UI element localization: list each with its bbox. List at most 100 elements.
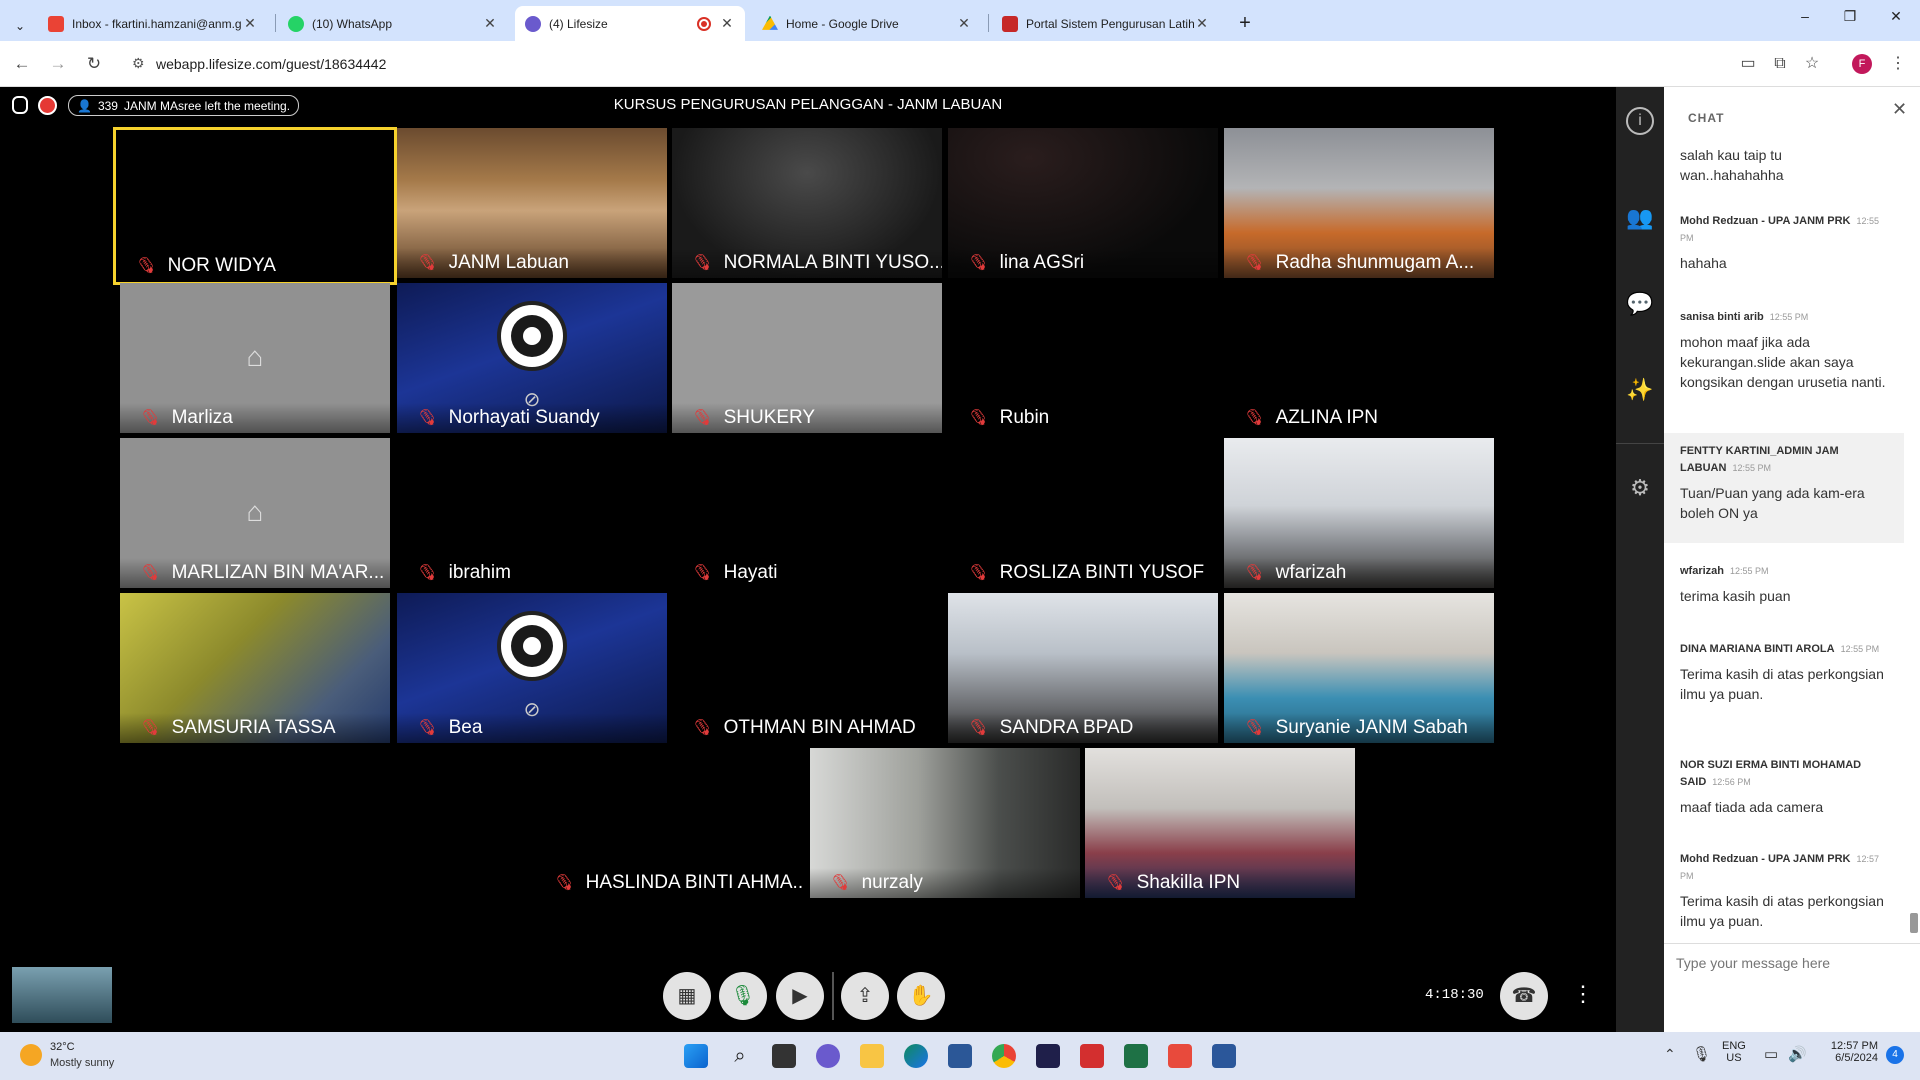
participant-tile[interactable]: 🎙 NOR WIDYA: [113, 127, 397, 285]
microphone-tray-icon[interactable]: 🎙: [1692, 1045, 1711, 1063]
participant-tile[interactable]: 🎙 SAMSURIA TASSA: [120, 593, 390, 743]
volume-icon[interactable]: 🔊: [1788, 1045, 1807, 1063]
close-icon[interactable]: ✕: [482, 15, 498, 32]
record-indicator-icon: [38, 96, 57, 115]
start-icon[interactable]: [684, 1044, 708, 1068]
chat-message: Mohd Redzuan - UPA JANM PRK 12:55 PM haha…: [1664, 213, 1904, 273]
participant-tile[interactable]: 🎙 SANDRA BPAD: [948, 593, 1218, 743]
search-icon[interactable]: ⌕: [728, 1044, 752, 1068]
camera-button[interactable]: ▶: [776, 972, 824, 1020]
participant-tile[interactable]: ⊘ 🎙 Norhayati Suandy: [397, 283, 667, 433]
minimize-button[interactable]: –: [1785, 8, 1825, 32]
participant-tile[interactable]: 🎙 Rubin: [948, 283, 1218, 433]
bookmark-star-icon[interactable]: ☆: [1800, 52, 1824, 76]
address-bar[interactable]: ⚙ webapp.lifesize.com/guest/18634442: [122, 47, 1742, 81]
participant-tile[interactable]: 🎙 ROSLIZA BINTI YUSOF: [948, 438, 1218, 588]
participant-tile[interactable]: 🎙 Suryanie JANM Sabah: [1224, 593, 1494, 743]
notification-badge[interactable]: 4: [1886, 1046, 1904, 1064]
info-icon[interactable]: i: [1626, 107, 1654, 135]
participant-name: Bea: [448, 717, 483, 738]
new-tab-button[interactable]: +: [1230, 6, 1260, 41]
chrome-icon[interactable]: [992, 1044, 1016, 1068]
hang-up-button[interactable]: ☎: [1500, 972, 1548, 1020]
lock-icon[interactable]: [12, 96, 28, 114]
forward-button[interactable]: →: [46, 52, 70, 76]
self-view[interactable]: [12, 967, 112, 1023]
language-indicator[interactable]: ENG US: [1722, 1040, 1746, 1064]
layout-grid-button[interactable]: ▦: [663, 972, 711, 1020]
participant-tile[interactable]: 🎙 ibrahim: [397, 438, 667, 588]
message-text: maaf tiada ada camera: [1680, 799, 1824, 815]
tab-portal[interactable]: Portal Sistem Pengurusan Latih ✕: [992, 6, 1220, 41]
store-icon[interactable]: [948, 1044, 972, 1068]
participant-count: 339: [97, 98, 118, 113]
settings-icon[interactable]: ⚙: [1616, 475, 1664, 501]
acrobat-icon[interactable]: [1080, 1044, 1104, 1068]
participant-tile[interactable]: 🎙 SHUKERY: [672, 283, 942, 433]
meeting-timer: 4:18:30: [1425, 987, 1484, 1003]
camera-in-use-icon[interactable]: ▭: [1736, 52, 1760, 76]
mic-muted-icon: 🎙: [965, 404, 993, 431]
chevron-up-icon[interactable]: ⌃: [1664, 1046, 1676, 1063]
profile-avatar[interactable]: F: [1852, 54, 1872, 74]
restore-button[interactable]: ❐: [1830, 8, 1870, 32]
edge-icon[interactable]: [904, 1044, 928, 1068]
chat-scrollbar[interactable]: [1910, 913, 1918, 933]
mic-muted-icon: 🎙: [1241, 249, 1269, 276]
word-icon[interactable]: [1212, 1044, 1236, 1068]
participant-tile[interactable]: 🎙 OTHMAN BIN AHMAD: [672, 593, 942, 743]
teams-chat-icon[interactable]: [816, 1044, 840, 1068]
participant-tile[interactable]: ⌂ 🎙 Marliza: [120, 283, 390, 433]
participant-tile[interactable]: 🎙 lina AGSri: [948, 128, 1218, 278]
zoom-icon[interactable]: [1036, 1044, 1060, 1068]
clock[interactable]: 12:57 PM 6/5/2024: [1822, 1040, 1878, 1064]
tab-google-drive[interactable]: Home - Google Drive ✕: [752, 6, 982, 41]
close-window-button[interactable]: ✕: [1876, 8, 1916, 32]
site-info-icon[interactable]: ⚙: [132, 55, 145, 72]
menu-icon[interactable]: ⋮: [1886, 52, 1910, 76]
close-icon[interactable]: ✕: [956, 15, 972, 32]
share-screen-button[interactable]: ⇪: [841, 972, 889, 1020]
participant-name: AZLINA IPN: [1275, 407, 1379, 428]
participant-name: nurzaly: [861, 872, 923, 893]
back-button[interactable]: ←: [10, 52, 34, 76]
chat-message-input[interactable]: [1676, 949, 1906, 977]
close-icon[interactable]: ✕: [719, 15, 735, 32]
file-explorer-icon[interactable]: [860, 1044, 884, 1068]
participant-tile[interactable]: ⊘ 🎙 Bea: [397, 593, 667, 743]
participant-tile[interactable]: 🎙 JANM Labuan: [397, 128, 667, 278]
participants-icon[interactable]: 👥: [1616, 205, 1664, 231]
more-options-icon[interactable]: ⋮: [1572, 981, 1594, 1007]
raise-hand-button[interactable]: ✋: [897, 972, 945, 1020]
tab-whatsapp[interactable]: (10) WhatsApp ✕: [278, 6, 508, 41]
weather-sun-icon[interactable]: [20, 1044, 42, 1066]
message-sender: sanisa binti arib: [1680, 311, 1764, 323]
tab-gmail[interactable]: Inbox - fkartini.hamzani@anm.g ✕: [38, 6, 268, 41]
participant-tile[interactable]: 🎙 wfarizah: [1224, 438, 1494, 588]
effects-icon[interactable]: ✨: [1616, 377, 1664, 403]
participant-tile[interactable]: ⌂ 🎙 MARLIZAN BIN MA'AR...: [120, 438, 390, 588]
excel-icon[interactable]: [1124, 1044, 1148, 1068]
participant-tile[interactable]: 🎙 nurzaly: [810, 748, 1080, 898]
close-chat-icon[interactable]: ✕: [1892, 99, 1907, 120]
chat-icon[interactable]: 💬: [1616, 291, 1664, 317]
task-view-icon[interactable]: [772, 1044, 796, 1068]
snipping-tool-icon[interactable]: [1168, 1044, 1192, 1068]
participant-tile[interactable]: 🎙 Shakilla IPN: [1085, 748, 1355, 898]
microphone-button[interactable]: 🎙: [719, 972, 767, 1020]
mic-muted-icon: 🎙: [965, 249, 993, 276]
install-app-icon[interactable]: ⧉: [1768, 52, 1792, 76]
network-icon[interactable]: ▭: [1764, 1045, 1778, 1063]
close-icon[interactable]: ✕: [242, 15, 258, 32]
participant-tile[interactable]: 🎙 Hayati: [672, 438, 942, 588]
participant-tile[interactable]: 🎙 NORMALA BINTI YUSO...: [672, 128, 942, 278]
tab-search-button[interactable]: ⌄: [8, 8, 32, 43]
reload-button[interactable]: ↻: [82, 52, 106, 76]
close-icon[interactable]: ✕: [1194, 15, 1210, 32]
participant-tile[interactable]: 🎙 Radha shunmugam A...: [1224, 128, 1494, 278]
participant-name: Marliza: [171, 407, 233, 428]
participant-tile[interactable]: 🎙 HASLINDA BINTI AHMA...: [534, 748, 804, 898]
tab-lifesize[interactable]: (4) Lifesize ✕: [515, 6, 745, 41]
participant-notification[interactable]: 👤 339 JANM MAsree left the meeting.: [68, 95, 300, 116]
participant-tile[interactable]: 🎙 AZLINA IPN: [1224, 283, 1494, 433]
